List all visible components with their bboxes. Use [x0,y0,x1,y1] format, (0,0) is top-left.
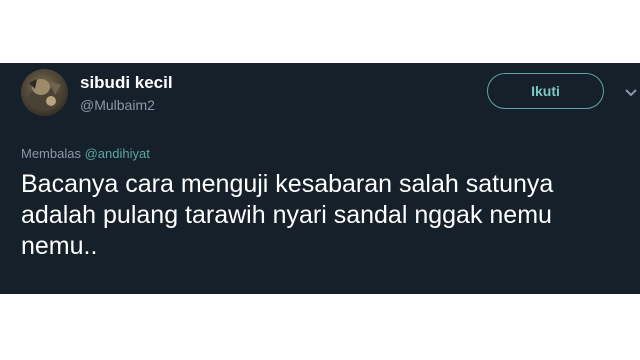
reply-label: Membalas [21,146,81,161]
author-display-name[interactable]: sibudi kecil [80,73,173,93]
avatar[interactable] [21,69,68,116]
follow-button[interactable]: Ikuti [487,73,604,109]
reply-mention-link[interactable]: @andihiyat [85,146,150,161]
avatar-image [28,79,61,111]
tweet-card: sibudi kecil @Mulbaim2 Ikuti Membalas @a… [0,63,640,294]
author-handle[interactable]: @Mulbaim2 [80,97,155,113]
tweet-text: Bacanya cara menguji kesabaran salah sat… [21,170,554,260]
reply-context: Membalas @andihiyat [21,146,150,161]
chevron-down-icon[interactable] [624,87,638,99]
